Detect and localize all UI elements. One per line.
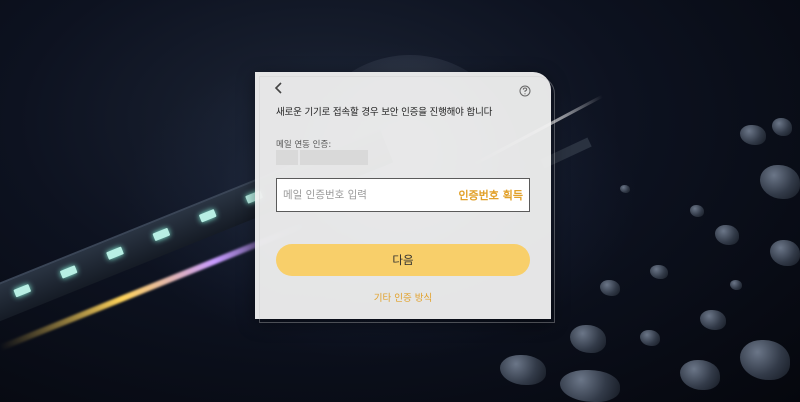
station-window [106,246,124,260]
other-verification-method-link[interactable]: 기타 인증 방식 [255,290,551,304]
security-verification-dialog: 새로운 기기로 접속할 경우 보안 인증을 진행해야 합니다 메일 연동 인증:… [255,72,555,323]
asteroid [730,280,742,290]
asteroid [620,185,630,193]
chevron-left-icon [274,82,282,94]
asteroid [760,165,800,199]
next-button[interactable]: 다음 [276,244,530,276]
help-circle-icon [519,85,531,97]
get-code-button[interactable]: 인증번호 획득 [458,187,529,203]
asteroid [600,280,620,296]
help-button[interactable] [519,82,531,97]
asteroid [650,265,668,279]
masked-email [276,150,370,165]
back-button[interactable] [271,80,285,96]
verification-code-field: 인증번호 획득 [276,178,530,212]
verification-code-input[interactable] [277,179,459,211]
asteroid [640,330,660,346]
asteroid [680,360,720,390]
asteroid [700,310,726,330]
station-window [198,209,217,223]
station-window [59,265,78,279]
station-window [152,227,171,242]
asteroid [715,225,739,245]
security-notice: 새로운 기기로 접속할 경우 보안 인증을 진행해야 합니다 [276,107,493,118]
asteroid [560,370,620,402]
asteroid [500,355,546,385]
masked-email-segment [276,150,298,165]
station-window [13,283,32,298]
asteroid [690,205,704,217]
asteroid [772,118,792,136]
asteroid [740,340,790,380]
email-verification-label: 메일 연동 인증: [276,140,332,150]
masked-email-segment [300,150,368,165]
asteroid [770,240,800,266]
asteroid [740,125,766,145]
